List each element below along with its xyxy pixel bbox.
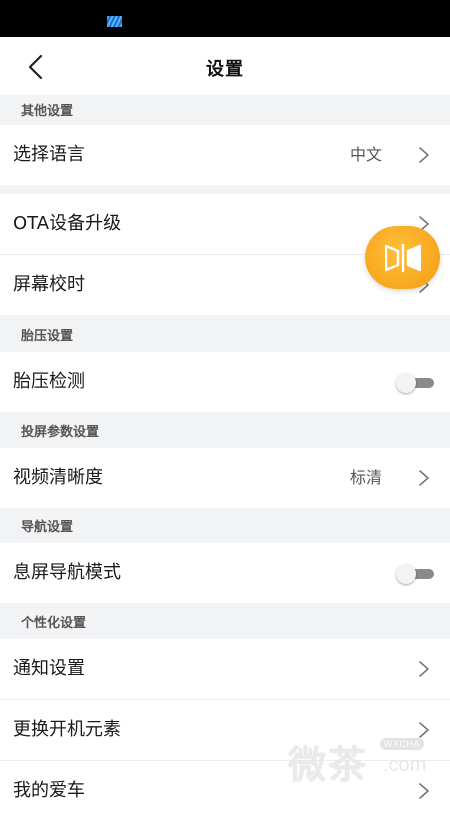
row-tire-detect[interactable]: 胎压检测 xyxy=(0,352,450,412)
row-label: 更换开机元素 xyxy=(13,719,121,740)
header: 设置 xyxy=(0,37,450,95)
toggle-knob xyxy=(396,373,416,393)
status-bar xyxy=(0,0,450,37)
section-header-projection: 投屏参数设置 xyxy=(21,425,100,440)
row-value: 标清 xyxy=(349,468,382,487)
row-boot-elements[interactable]: 更换开机元素 xyxy=(0,700,450,760)
section-header-other: 其他设置 xyxy=(21,104,74,119)
screen-mirror-icon xyxy=(385,243,421,273)
row-video-quality[interactable]: 视频清晰度 标清 xyxy=(0,448,450,508)
row-notification-settings[interactable]: 通知设置 xyxy=(0,639,450,699)
chevron-right-icon xyxy=(419,147,429,163)
section-header-tire: 胎压设置 xyxy=(21,329,74,344)
row-my-car[interactable]: 我的爱车 xyxy=(0,761,450,821)
floating-mirror-button[interactable] xyxy=(365,226,440,289)
page-title: 设置 xyxy=(206,59,244,80)
toggle-knob xyxy=(396,564,416,584)
notification-icon xyxy=(107,16,122,27)
row-label: 胎压检测 xyxy=(13,371,85,392)
tire-detect-toggle[interactable] xyxy=(396,373,436,393)
section-header-personal: 个性化设置 xyxy=(21,616,87,631)
chevron-right-icon xyxy=(419,783,429,799)
row-label: 息屏导航模式 xyxy=(13,562,121,583)
row-label: 选择语言 xyxy=(13,144,85,165)
row-label: 视频清晰度 xyxy=(13,467,103,488)
row-label: 屏幕校时 xyxy=(13,274,85,295)
section-header-navigation: 导航设置 xyxy=(21,520,74,535)
chevron-right-icon xyxy=(419,470,429,486)
screen-off-nav-toggle[interactable] xyxy=(396,564,436,584)
row-label: 我的爱车 xyxy=(13,780,85,801)
row-value: 中文 xyxy=(349,145,382,164)
chevron-right-icon xyxy=(419,661,429,677)
row-label: 通知设置 xyxy=(13,658,85,679)
row-select-language[interactable]: 选择语言 中文 xyxy=(0,125,450,185)
row-label: OTA设备升级 xyxy=(13,213,122,234)
chevron-right-icon xyxy=(419,722,429,738)
row-screen-off-nav[interactable]: 息屏导航模式 xyxy=(0,543,450,603)
